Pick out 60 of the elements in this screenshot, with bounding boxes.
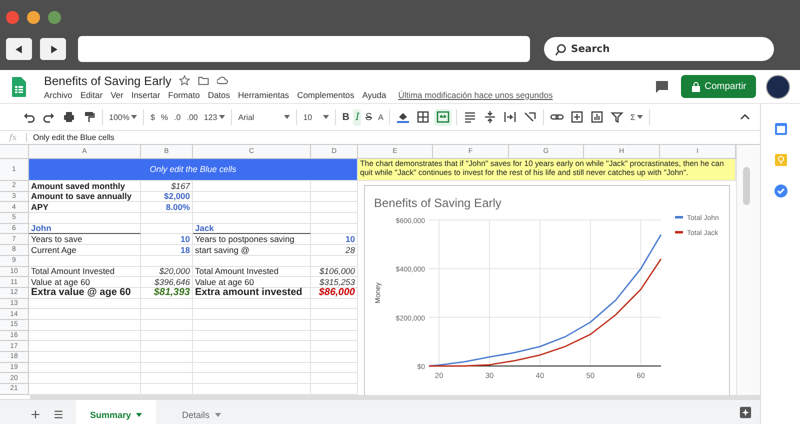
table-cell: Total Amount Invested bbox=[29, 266, 141, 278]
table-cell: $167 bbox=[141, 181, 193, 192]
formula-field[interactable]: Only edit the Blue cells bbox=[33, 133, 114, 142]
sheet-tab[interactable]: Summary bbox=[76, 400, 156, 424]
table-cell: Only edit the Blue cells bbox=[29, 159, 358, 181]
toolbar-button[interactable]: A bbox=[376, 108, 386, 126]
toolbar-dropdown[interactable]: 100% bbox=[107, 108, 140, 126]
function-label: fx bbox=[0, 133, 27, 142]
menu-item[interactable]: Datos bbox=[208, 90, 230, 100]
table-cell: 10 bbox=[311, 234, 358, 246]
table-cell: Value at age 60 bbox=[193, 277, 311, 288]
table-cell: Years to postpones saving bbox=[193, 234, 311, 246]
menu-item[interactable]: Formato bbox=[168, 90, 200, 100]
table-cell: 18 bbox=[141, 245, 193, 256]
menu-item[interactable]: Herramientas bbox=[238, 90, 290, 100]
table-cell: Value at age 60 bbox=[29, 277, 141, 288]
table-cell: start saving @ bbox=[193, 245, 311, 256]
sheet-tab[interactable]: Details bbox=[168, 400, 235, 424]
table-cell: $2,000 bbox=[141, 192, 193, 202]
last-edit-link[interactable]: Última modificación hace unos segundos bbox=[398, 90, 553, 100]
table-cell: Extra value @ age 60 bbox=[29, 288, 141, 299]
toolbar-dropdown[interactable]: 123 bbox=[202, 108, 228, 126]
table-cell: Years to save bbox=[29, 234, 141, 246]
menu-item[interactable]: Archivo bbox=[44, 90, 72, 100]
toolbar-button[interactable]: I bbox=[353, 108, 362, 126]
toolbar-button[interactable]: S bbox=[363, 108, 374, 126]
table-cell: Jack bbox=[193, 224, 311, 234]
menu-item[interactable]: Insertar bbox=[131, 90, 160, 100]
document-title[interactable]: Benefits of Saving Early bbox=[44, 74, 172, 88]
toolbar-dropdown[interactable]: 10 bbox=[301, 108, 332, 126]
table-cell: $20,000 bbox=[141, 266, 193, 278]
menu-item[interactable]: Ver bbox=[110, 90, 124, 100]
table-cell: Amount saved monthly bbox=[29, 181, 141, 192]
toolbar-button[interactable]: .0 bbox=[172, 108, 183, 126]
table-cell: Current Age bbox=[29, 245, 141, 256]
toolbar-dropdown[interactable]: Arial bbox=[236, 108, 292, 126]
toolbar-button[interactable]: % bbox=[158, 108, 170, 126]
table-cell: $396,646 bbox=[141, 277, 193, 288]
menu-item[interactable]: Editar bbox=[80, 90, 103, 100]
table-cell: 10 bbox=[141, 234, 193, 246]
table-cell: $81,393 bbox=[141, 288, 193, 299]
table-cell: $86,000 bbox=[311, 288, 358, 299]
table-cell: 8.00% bbox=[141, 202, 193, 214]
table-cell: 28 bbox=[311, 245, 358, 256]
table-cell: Total Amount Invested bbox=[193, 266, 311, 278]
share-button[interactable]: Compartir bbox=[681, 75, 756, 98]
toolbar-dropdown[interactable]: Σ bbox=[628, 108, 646, 126]
chart-title: Benefits of Saving Early bbox=[374, 196, 502, 210]
table-cell: Extra amount invested bbox=[193, 288, 311, 299]
menu-item[interactable]: Ayuda bbox=[362, 90, 386, 100]
table-cell: $106,000 bbox=[311, 266, 358, 278]
search-field[interactable]: Search bbox=[544, 37, 774, 61]
table-cell: Amount to save annually bbox=[29, 192, 141, 202]
table-cell: $315,253 bbox=[311, 277, 358, 288]
menu-item[interactable]: Complementos bbox=[297, 90, 354, 100]
table-cell: APY bbox=[29, 202, 141, 214]
toolbar-button[interactable]: $ bbox=[148, 108, 157, 126]
toolbar-button[interactable]: B bbox=[340, 108, 352, 126]
table-cell: John bbox=[29, 224, 141, 234]
toolbar-button[interactable]: .00 bbox=[184, 108, 200, 126]
